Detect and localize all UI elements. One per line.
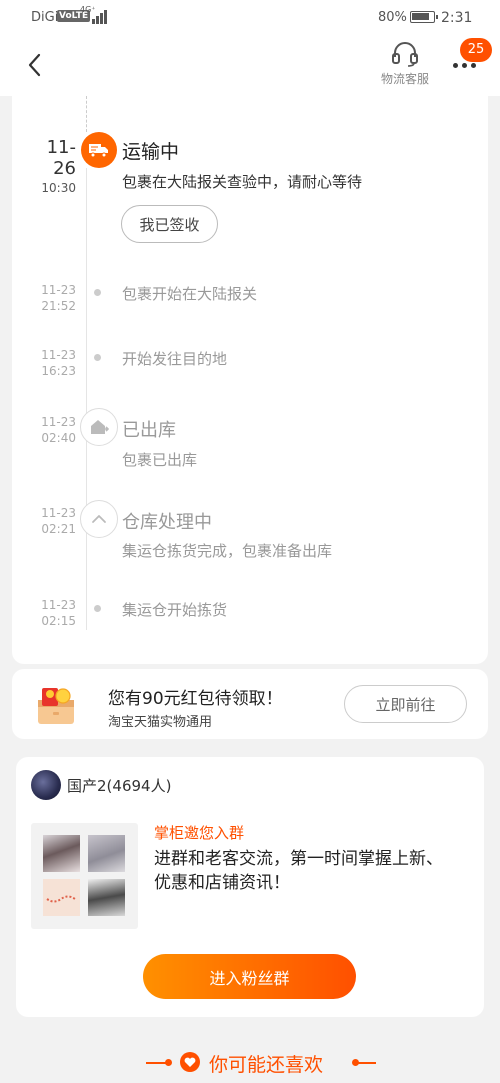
event-text: 集运仓开始拣货 [122,601,228,619]
collage-photo [88,879,125,916]
group-description: 进群和老客交流，第一时间掌握上新、优惠和店铺资讯！ [154,849,443,893]
event-datetime: 11-23 21:52 [10,282,76,314]
group-avatar [31,770,61,800]
notification-badge: 25 [460,38,492,62]
signal-icon [92,10,108,24]
collage-photo [43,835,80,872]
divider [356,1062,376,1064]
back-button[interactable] [24,50,48,80]
recommend-title: 你可能还喜欢 [209,1054,324,1076]
warehouse-out-icon [80,408,118,446]
chevron-up-icon [80,500,118,538]
fan-group-card: 国产2(4694人) 掌柜邀您入群 进群和老客交流，第一时间掌握上新、优惠和店铺… [16,757,484,1017]
red-packet-subtitle: 淘宝天猫实物通用 [108,715,213,730]
go-now-button[interactable]: 立即前往 [344,685,467,723]
event-date: 11-23 [41,598,76,612]
red-packet-icon [34,684,78,726]
event-time: 02:15 [41,614,76,628]
current-status-title: 运输中 [122,141,180,163]
clock: 2:31 [441,10,473,26]
timeline-connector [86,96,87,132]
carrier-label: DiGi [31,10,59,25]
recommend-header: 你可能还喜欢 [0,1046,500,1076]
status-bar: DiGi VoLTE 4G⁺ 80% 2:31 [0,0,500,36]
event-datetime: 11-23 16:23 [10,347,76,379]
current-date: 11-26 [46,137,76,179]
timeline-dot [94,289,101,296]
headset-icon [392,42,418,67]
join-fan-group-button[interactable]: 进入粉丝群 [143,954,356,999]
event-datetime: 11-23 02:15 [10,597,76,629]
event-text: 开始发往目的地 [122,350,228,368]
battery-percent: 80% [378,10,407,25]
group-name: 国产2(4694人) [67,777,172,795]
event-date: 11-23 [41,506,76,520]
current-status-text: 包裹在大陆报关查验中，请耐心等待 [122,173,363,191]
event-text: 包裹已出库 [122,451,198,469]
chevron-left-icon [28,53,41,77]
event-date: 11-23 [41,415,76,429]
event-time: 02:40 [41,431,76,445]
red-packet-card: 您有90元红包待领取！ 淘宝天猫实物通用 立即前往 [12,669,488,739]
current-event-datetime: 11-26 10:30 [24,137,76,195]
confirm-received-button[interactable]: 我已签收 [121,205,218,243]
event-text: 包裹开始在大陆报关 [122,285,258,303]
event-title: 已出库 [122,420,176,441]
event-time: 16:23 [41,364,76,378]
logistics-service-button[interactable]: 物流客服 [374,40,436,87]
timeline-connector [86,168,87,630]
truck-icon [81,132,117,168]
red-packet-title: 您有90元红包待领取！ [108,689,283,709]
group-invite-title: 掌柜邀您入群 [154,824,245,842]
event-text: 集运仓拣货完成，包裹准备出库 [122,542,333,560]
group-collage-image [31,823,138,929]
collage-photo [88,835,125,872]
heart-icon [180,1052,200,1072]
top-nav: 物流客服 25 [0,36,500,96]
timeline-dot [94,605,101,612]
current-time: 10:30 [41,181,76,195]
battery-icon [410,11,438,23]
event-time: 21:52 [41,299,76,313]
collage-photo [43,879,80,916]
timeline-dot [94,354,101,361]
event-date: 11-23 [41,348,76,362]
event-date: 11-23 [41,283,76,297]
event-title: 仓库处理中 [122,512,212,533]
event-datetime: 11-23 02:21 [10,505,76,537]
divider-dot [165,1059,172,1066]
service-label: 物流客服 [380,72,429,86]
event-time: 02:21 [41,522,76,536]
event-datetime: 11-23 02:40 [10,414,76,446]
